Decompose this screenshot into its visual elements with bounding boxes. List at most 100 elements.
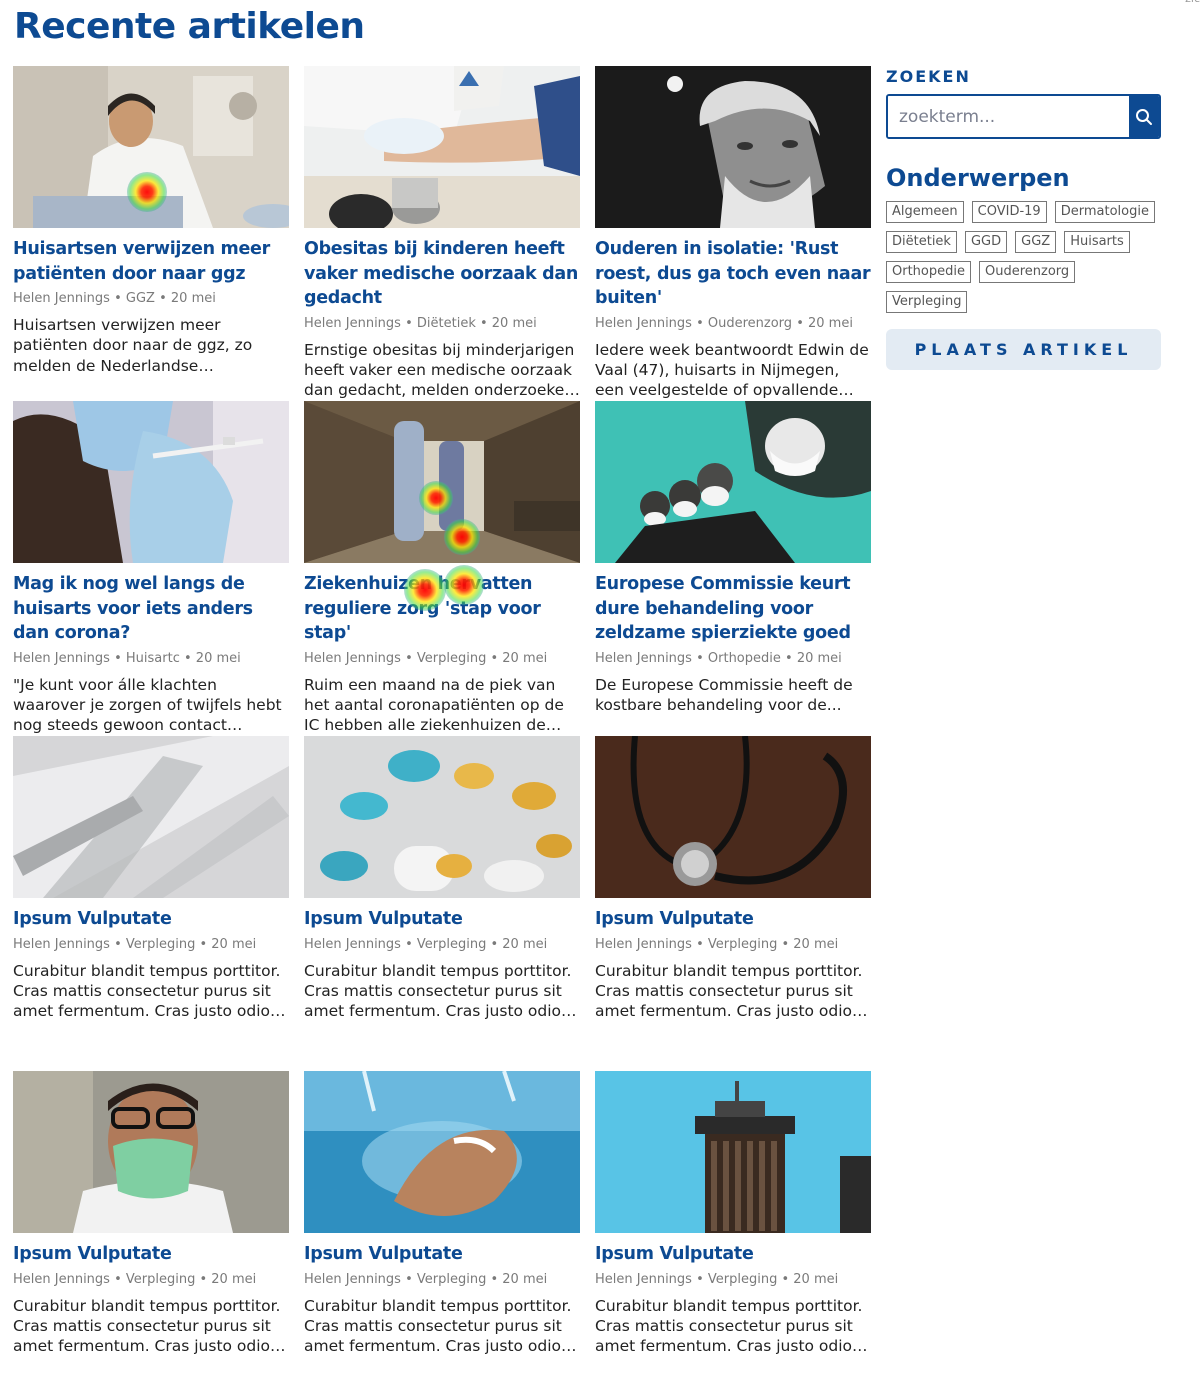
topics-tags: Algemeen COVID-19 Dermatologie Diëtetiek… — [886, 201, 1162, 313]
tag-ggd[interactable]: GGD — [964, 231, 1008, 253]
article-card[interactable]: Ipsum Vulputate Helen Jennings • Verpleg… — [13, 736, 289, 1071]
article-date: 20 mei — [170, 291, 216, 306]
article-title[interactable]: Ipsum Vulputate — [13, 1242, 289, 1267]
tag-orthopedie[interactable]: Orthopedie — [886, 261, 971, 283]
article-author: Helen Jennings — [304, 936, 401, 952]
article-excerpt: Curabitur blandit tempus porttitor. Cras… — [304, 1296, 572, 1356]
article-card[interactable]: Ipsum Vulputate Helen Jennings • Verpleg… — [595, 1071, 871, 1391]
article-category[interactable]: Verpleging — [708, 1272, 777, 1287]
article-image[interactable] — [304, 1071, 580, 1233]
tag-dermatologie[interactable]: Dermatologie — [1054, 201, 1155, 223]
article-image[interactable] — [304, 736, 580, 898]
article-meta: Helen Jennings • Orthopedie • 20 mei — [595, 650, 842, 666]
sidebar: ZOEKEN Onderwerpen Algemeen COVID-19 Der… — [886, 66, 1162, 370]
article-category[interactable]: Huisartc — [126, 651, 180, 666]
search-icon — [1136, 108, 1152, 125]
article-card[interactable]: Obesitas bij kinderen heeft vaker medisc… — [304, 66, 580, 401]
article-excerpt: Curabitur blandit tempus porttitor. Cras… — [595, 961, 863, 1021]
article-author: Helen Jennings — [13, 936, 110, 952]
tag-dietetiek[interactable]: Diëtetiek — [886, 231, 957, 253]
corner-text: zic — [1185, 0, 1200, 5]
article-author: Helen Jennings — [13, 650, 110, 666]
tag-ouderenzorg[interactable]: Ouderenzorg — [978, 261, 1076, 283]
article-author: Helen Jennings — [595, 650, 692, 666]
article-meta: Helen Jennings • GGZ • 20 mei — [13, 291, 216, 306]
article-date: 20 mei — [502, 936, 548, 952]
article-image[interactable] — [13, 401, 289, 563]
article-card[interactable]: Ipsum Vulputate Helen Jennings • Verpleg… — [13, 1071, 289, 1391]
tag-covid-19[interactable]: COVID-19 — [971, 201, 1047, 223]
article-category[interactable]: Verpleging — [417, 1272, 486, 1287]
article-date: 20 mei — [211, 1271, 257, 1287]
article-category[interactable]: Verpleging — [417, 651, 486, 666]
article-image[interactable] — [304, 401, 580, 563]
article-title[interactable]: Mag ik nog wel langs de huisarts voor ie… — [13, 572, 289, 646]
article-meta: Helen Jennings • Verpleging • 20 mei — [595, 1271, 839, 1287]
article-card[interactable]: Ouderen in isolatie: 'Rust roest, dus ga… — [595, 66, 871, 401]
article-meta: Helen Jennings • Verpleging • 20 mei — [13, 936, 257, 952]
article-image[interactable] — [595, 736, 871, 898]
article-author: Helen Jennings — [595, 315, 692, 331]
article-card[interactable]: Europese Commissie keurt dure behandelin… — [595, 401, 871, 736]
article-meta: Helen Jennings • Huisartc • 20 mei — [13, 650, 241, 666]
article-category[interactable]: Verpleging — [126, 1272, 195, 1287]
article-date: 20 mei — [195, 650, 241, 666]
article-image[interactable] — [13, 66, 289, 228]
article-date: 20 mei — [796, 650, 842, 666]
article-title[interactable]: Ipsum Vulputate — [595, 907, 871, 932]
article-title[interactable]: Ouderen in isolatie: 'Rust roest, dus ga… — [595, 237, 871, 311]
article-category[interactable]: Verpleging — [417, 937, 486, 952]
article-author: Helen Jennings — [304, 650, 401, 666]
article-date: 20 mei — [211, 936, 257, 952]
article-image[interactable] — [595, 1071, 871, 1233]
article-image[interactable] — [13, 1071, 289, 1233]
article-image[interactable] — [13, 736, 289, 898]
article-author: Helen Jennings — [595, 936, 692, 952]
post-article-button[interactable]: PLAATS ARTIKEL — [886, 329, 1161, 370]
article-image[interactable] — [304, 66, 580, 228]
article-excerpt: Ruim een maand na de piek van het aantal… — [304, 675, 564, 735]
search-input[interactable] — [888, 96, 1129, 137]
articles-grid: Huisartsen verwijzen meer patiënten door… — [13, 66, 871, 1391]
article-excerpt: Curabitur blandit tempus porttitor. Cras… — [13, 1296, 281, 1356]
article-category[interactable]: Ouderenzorg — [708, 316, 792, 331]
article-meta: Helen Jennings • Ouderenzorg • 20 mei — [595, 315, 853, 331]
article-card[interactable]: Ipsum Vulputate Helen Jennings • Verpleg… — [304, 736, 580, 1071]
article-card[interactable]: Ziekenhuizen hervatten reguliere zorg 's… — [304, 401, 580, 736]
article-title[interactable]: Europese Commissie keurt dure behandelin… — [595, 572, 871, 646]
article-title[interactable]: Obesitas bij kinderen heeft vaker medisc… — [304, 237, 580, 311]
article-card[interactable]: Huisartsen verwijzen meer patiënten door… — [13, 66, 289, 401]
article-excerpt: Curabitur blandit tempus porttitor. Cras… — [595, 1296, 863, 1356]
search-box — [886, 94, 1161, 139]
article-meta: Helen Jennings • Diëtetiek • 20 mei — [304, 315, 537, 331]
article-category[interactable]: Verpleging — [126, 937, 195, 952]
tag-ggz[interactable]: GGZ — [1015, 231, 1057, 253]
article-title[interactable]: Ipsum Vulputate — [304, 1242, 580, 1267]
article-date: 20 mei — [502, 650, 548, 666]
article-image[interactable] — [595, 66, 871, 228]
article-excerpt: Curabitur blandit tempus porttitor. Cras… — [304, 961, 572, 1021]
article-date: 20 mei — [793, 936, 839, 952]
article-title[interactable]: Huisartsen verwijzen meer patiënten door… — [13, 237, 289, 286]
article-title[interactable]: Ipsum Vulputate — [13, 907, 289, 932]
article-title[interactable]: Ipsum Vulputate — [304, 907, 580, 932]
article-category[interactable]: Verpleging — [708, 937, 777, 952]
article-title[interactable]: Ziekenhuizen hervatten reguliere zorg 's… — [304, 572, 580, 646]
article-title[interactable]: Ipsum Vulputate — [595, 1242, 871, 1267]
article-card[interactable]: Ipsum Vulputate Helen Jennings • Verpleg… — [595, 736, 871, 1071]
search-button[interactable] — [1129, 96, 1159, 137]
tag-huisarts[interactable]: Huisarts — [1064, 231, 1130, 253]
article-meta: Helen Jennings • Verpleging • 20 mei — [304, 936, 548, 952]
article-card[interactable]: Mag ik nog wel langs de huisarts voor ie… — [13, 401, 289, 736]
article-category[interactable]: GGZ — [126, 291, 155, 306]
tag-verpleging[interactable]: Verpleging — [886, 291, 968, 313]
article-image[interactable] — [595, 401, 871, 563]
article-category[interactable]: Diëtetiek — [417, 316, 476, 331]
article-category[interactable]: Orthopedie — [708, 651, 781, 666]
article-author: Helen Jennings — [595, 1271, 692, 1287]
topics-title: Onderwerpen — [886, 164, 1070, 192]
article-author: Helen Jennings — [304, 1271, 401, 1287]
article-card[interactable]: Ipsum Vulputate Helen Jennings • Verpleg… — [304, 1071, 580, 1391]
article-excerpt: "Je kunt voor álle klachten waarover je … — [13, 675, 282, 735]
tag-algemeen[interactable]: Algemeen — [886, 201, 964, 223]
